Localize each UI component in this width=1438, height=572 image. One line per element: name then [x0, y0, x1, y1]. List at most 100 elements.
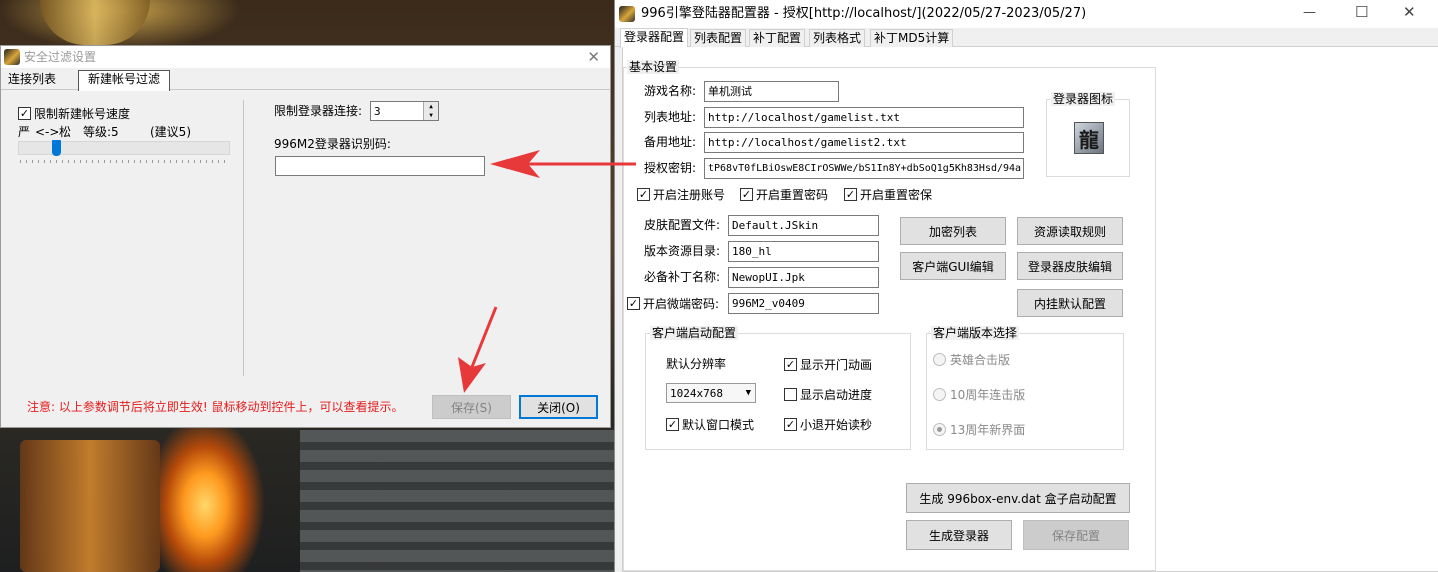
- dragon-statue: [40, 0, 150, 45]
- limit-new-account-speed-checkbox[interactable]: ✓ 限制新建帐号速度: [18, 105, 130, 122]
- tab-new-account-filter[interactable]: 新建帐号过滤: [78, 70, 171, 91]
- minimize-icon[interactable]: —: [1303, 5, 1316, 20]
- list-url-input[interactable]: http://localhost/gamelist.txt: [704, 107, 1024, 128]
- show-door-anim-checkbox[interactable]: ✓ 显示开门动画: [784, 356, 872, 373]
- enable-register-checkbox[interactable]: ✓ 开启注册账号: [637, 186, 725, 203]
- maximize-icon[interactable]: ☐: [1355, 3, 1368, 21]
- client-gui-edit-button[interactable]: 客户端GUI编辑: [900, 252, 1006, 280]
- dialog-titlebar: 安全过滤设置 ✕: [1, 46, 610, 68]
- checkbox-label: 限制新建帐号速度: [34, 107, 131, 121]
- checkbox-label: 小退开始读秒: [800, 418, 873, 432]
- radio-dot: [933, 423, 946, 436]
- checkbox-box: ✓: [740, 188, 753, 201]
- save-config-button[interactable]: 保存配置: [1023, 520, 1129, 550]
- radio-label: 10周年连击版: [950, 388, 1026, 402]
- tab-launcher-config[interactable]: 登录器配置: [620, 28, 689, 48]
- radio-label: 英雄合击版: [950, 353, 1011, 367]
- slider-ticks: [20, 160, 228, 163]
- launcher-icon-image[interactable]: 龍: [1074, 122, 1104, 154]
- generate-env-button[interactable]: 生成 996box-env.dat 盒子启动配置: [906, 483, 1130, 513]
- checkbox-box: ✓: [784, 418, 797, 431]
- slider-suggest-label: (建议5): [150, 125, 191, 139]
- micro-password-input[interactable]: 996M2_v0409: [728, 293, 879, 314]
- tab-patch-md5[interactable]: 补丁MD5计算: [870, 29, 954, 47]
- enable-reset-password-checkbox[interactable]: ✓ 开启重置密码: [740, 186, 828, 203]
- notice-text: 注意: 以上参数调节后将立即生效! 鼠标移动到控件上，可以查看提示。: [27, 400, 404, 414]
- tab-patch-config[interactable]: 补丁配置: [749, 29, 806, 47]
- backup-url-label: 备用地址:: [644, 135, 697, 149]
- close-button[interactable]: 关闭(O): [519, 395, 598, 419]
- radio-hero-edition[interactable]: 英雄合击版: [933, 351, 1010, 368]
- window-mode-checkbox[interactable]: ✓ 默认窗口模式: [666, 416, 754, 433]
- checkbox-box: ✓: [666, 418, 679, 431]
- res-dir-input[interactable]: 180_hl: [728, 241, 879, 262]
- enable-reset-security-checkbox[interactable]: ✓ 开启重置密保: [844, 186, 932, 203]
- radio-label: 13周年新界面: [950, 423, 1026, 437]
- backup-url-input[interactable]: http://localhost/gamelist2.txt: [704, 132, 1024, 153]
- skin-file-input[interactable]: Default.JSkin: [728, 215, 879, 236]
- checkbox-label: 开启微端密码:: [643, 297, 720, 311]
- res-dir-label: 版本资源目录:: [644, 244, 721, 258]
- launcher-skin-edit-button[interactable]: 登录器皮肤编辑: [1017, 252, 1123, 280]
- patch-name-label: 必备补丁名称:: [644, 270, 721, 284]
- app-icon: [4, 49, 20, 65]
- limit-connections-value: 3: [374, 105, 381, 118]
- slider-arrow-label: <->: [35, 125, 60, 139]
- dialog-title: 安全过滤设置: [24, 50, 97, 64]
- close-icon[interactable]: ✕: [1403, 3, 1416, 21]
- encrypt-list-button[interactable]: 加密列表: [900, 217, 1006, 245]
- patch-name-input[interactable]: NewopUI.Jpk: [728, 267, 879, 288]
- checkbox-label: 开启注册账号: [653, 188, 726, 202]
- slider-strict-label: 严: [18, 125, 31, 139]
- security-filter-dialog: 安全过滤设置 ✕ 连接列表 新建帐号过滤 ✓ 限制新建帐号速度 严 <-> 松 …: [0, 45, 611, 428]
- builtin-default-config-button[interactable]: 内挂默认配置: [1017, 289, 1123, 317]
- checkbox-box: [784, 388, 797, 401]
- limit-connections-label: 限制登录器连接:: [274, 104, 363, 118]
- tab-list-config[interactable]: 列表配置: [690, 29, 747, 47]
- main-title: 996引擎登陆器配置器 - 授权[http://localhost/](2022…: [641, 6, 1087, 21]
- speed-slider[interactable]: [18, 140, 230, 156]
- tab-connection-list[interactable]: 连接列表: [5, 71, 59, 89]
- checkbox-label: 显示启动进度: [800, 388, 873, 402]
- limit-connections-spinner[interactable]: 3 ▲ ▼: [370, 101, 439, 121]
- basic-settings-title: 基本设置: [627, 60, 680, 74]
- checkbox-label: 开启重置密保: [860, 188, 933, 202]
- m2-id-input[interactable]: [275, 156, 485, 176]
- resolution-select[interactable]: 1024x768 ▼: [666, 383, 756, 403]
- m2-id-label: 996M2登录器识别码:: [274, 137, 391, 151]
- save-button[interactable]: 保存(S): [432, 395, 511, 419]
- checkbox-box: ✓: [844, 188, 857, 201]
- dialog-tabstrip: 连接列表 新建帐号过滤: [1, 70, 610, 91]
- client-start-config-title: 客户端启动配置: [650, 326, 739, 340]
- fire-pillar: [20, 440, 160, 572]
- slider-thumb[interactable]: [52, 140, 61, 156]
- slider-level-label: 等级:5: [83, 125, 119, 139]
- auth-key-input[interactable]: tP68vT0fLBiOswE8CIrOSWWe/bS1In8Y+dbSoQ1g…: [704, 158, 1024, 179]
- tab-list-format[interactable]: 列表格式: [809, 29, 866, 47]
- generate-launcher-button[interactable]: 生成登录器: [906, 520, 1012, 550]
- checkbox-label: 开启重置密码: [756, 188, 829, 202]
- spinner-up-icon[interactable]: ▲: [423, 102, 438, 111]
- launcher-icon-title: 登录器图标: [1051, 92, 1116, 106]
- default-resolution-label: 默认分辨率: [666, 357, 727, 371]
- slider-loose-label: 松: [59, 125, 72, 139]
- client-version-title: 客户端版本选择: [931, 326, 1020, 340]
- chevron-down-icon: ▼: [745, 388, 751, 398]
- small-exit-countdown-checkbox[interactable]: ✓ 小退开始读秒: [784, 416, 872, 433]
- checkbox-box: ✓: [627, 297, 640, 310]
- checkbox-box: ✓: [637, 188, 650, 201]
- micro-password-checkbox[interactable]: ✓ 开启微端密码:: [627, 295, 719, 312]
- close-icon[interactable]: ✕: [587, 48, 600, 66]
- game-name-input[interactable]: 单机测试: [704, 81, 839, 102]
- spinner-down-icon[interactable]: ▼: [423, 111, 438, 120]
- checkbox-label: 默认窗口模式: [682, 418, 755, 432]
- auth-key-label: 授权密钥:: [644, 161, 697, 175]
- launcher-config-page: 基本设置 游戏名称: 单机测试 列表地址: http://localhost/g…: [622, 47, 1438, 572]
- stone-stairs: [300, 430, 615, 572]
- resource-rules-button[interactable]: 资源读取规则: [1017, 217, 1123, 245]
- list-url-label: 列表地址:: [644, 110, 697, 124]
- show-progress-checkbox[interactable]: 显示启动进度: [784, 386, 872, 403]
- launcher-config-window: 996引擎登陆器配置器 - 授权[http://localhost/](2022…: [614, 0, 1438, 572]
- radio-10th-anniversary[interactable]: 10周年连击版: [933, 386, 1025, 403]
- radio-13th-anniversary[interactable]: 13周年新界面: [933, 421, 1025, 438]
